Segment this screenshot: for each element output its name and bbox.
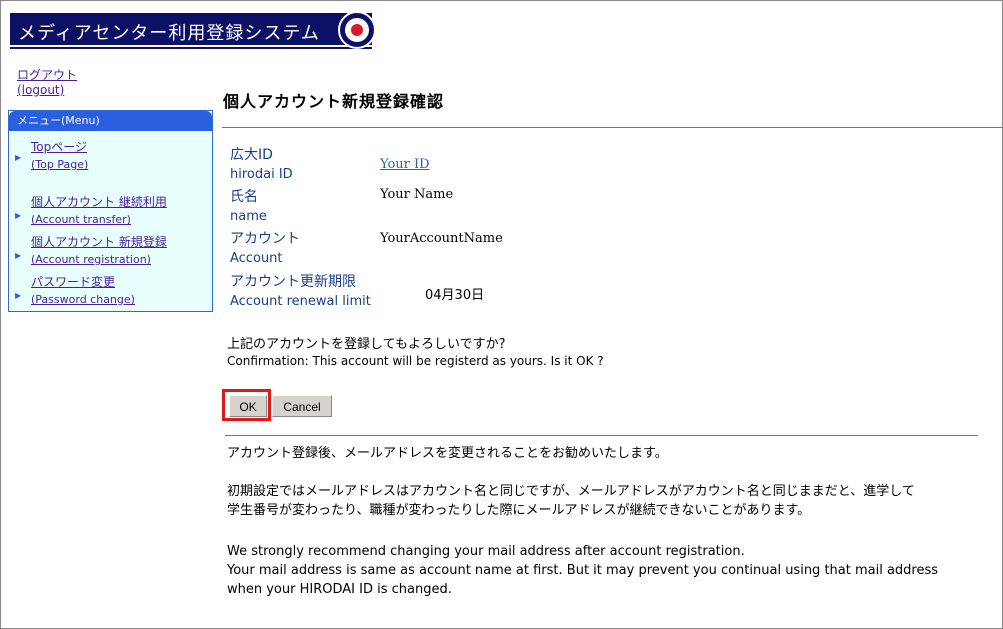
logout-label-ja[interactable]: ログアウト bbox=[17, 68, 77, 82]
note-en-2: Your mail address is same as account nam… bbox=[227, 563, 939, 578]
banner-underline bbox=[10, 45, 372, 47]
menu-item-password-en[interactable]: (Password change) bbox=[31, 291, 135, 308]
logo-icon bbox=[338, 11, 376, 49]
note-ja-2: 初期設定ではメールアドレスはアカウント名と同じですが、メールアドレスがアカウント… bbox=[227, 484, 915, 499]
app-title: メディアセンター利用登録システム bbox=[18, 23, 320, 44]
divider bbox=[225, 435, 978, 436]
header-banner: メディアセンター利用登録システム bbox=[10, 11, 372, 49]
field-label-name: 氏名 name bbox=[230, 188, 267, 228]
menu-item-registration-en[interactable]: (Account registration) bbox=[31, 251, 167, 268]
page-title: 個人アカウント新規登録確認 bbox=[223, 92, 445, 111]
field-label-ja: 広大ID bbox=[230, 147, 273, 163]
field-value-renewal-limit: 04月30日 bbox=[425, 288, 485, 303]
field-label-en: hirodai ID bbox=[230, 167, 293, 182]
menu-bullet-icon: ▶ bbox=[15, 291, 22, 300]
menu-item-transfer-en[interactable]: (Account transfer) bbox=[31, 211, 167, 228]
menu-item-top-en[interactable]: (Top Page) bbox=[31, 156, 88, 173]
field-label-account: アカウント Account bbox=[230, 230, 300, 270]
divider bbox=[222, 127, 1003, 128]
menu-bullet-icon: ▶ bbox=[15, 211, 22, 220]
field-value-hirodai-id[interactable]: Your ID bbox=[380, 157, 430, 172]
field-label-en: Account renewal limit bbox=[230, 294, 371, 309]
cancel-button[interactable]: Cancel bbox=[272, 395, 332, 417]
field-label-renewal-limit: アカウント更新期限 Account renewal limit bbox=[230, 273, 371, 313]
menu-bullet-icon: ▶ bbox=[15, 153, 22, 162]
confirm-question-en: Confirmation: This account will be regis… bbox=[227, 354, 604, 368]
menu-item-password-ja[interactable]: パスワード変更 bbox=[31, 275, 115, 289]
field-label-ja: 氏名 bbox=[230, 189, 258, 205]
menu-bullet-icon: ▶ bbox=[15, 251, 22, 260]
field-label-en: Account bbox=[230, 251, 283, 266]
field-value-account: YourAccountName bbox=[380, 231, 503, 246]
note-ja-1: アカウント登録後、メールアドレスを変更されることをお勧めいたします。 bbox=[227, 446, 668, 461]
note-en-3: when your HIRODAI ID is changed. bbox=[227, 582, 452, 597]
note-ja-3: 学生番号が変わったり、職種が変わったりした際にメールアドレスが継続できないことが… bbox=[227, 503, 811, 518]
logout-link[interactable]: ログアウト (logout) bbox=[17, 68, 77, 98]
field-label-ja: アカウント更新期限 bbox=[230, 274, 356, 290]
confirm-question-ja: 上記のアカウントを登録してもよろしいですか? bbox=[227, 337, 506, 352]
window-frame bbox=[0, 0, 1003, 629]
field-label-en: name bbox=[230, 209, 267, 224]
sidebar-menu: メニュー(Menu) ▶ Topページ (Top Page) ▶ 個人アカウント… bbox=[8, 110, 213, 312]
menu-item-transfer-ja[interactable]: 個人アカウント 継続利用 bbox=[31, 195, 167, 209]
field-label-ja: アカウント bbox=[230, 231, 300, 247]
note-en-1: We strongly recommend changing your mail… bbox=[227, 544, 745, 559]
field-label-hirodai-id: 広大ID hirodai ID bbox=[230, 146, 293, 186]
field-value-name: Your Name bbox=[380, 187, 454, 202]
menu-item-registration-ja[interactable]: 個人アカウント 新規登録 bbox=[31, 235, 167, 249]
ok-button[interactable]: OK bbox=[229, 395, 267, 417]
logout-label-en[interactable]: (logout) bbox=[17, 83, 64, 97]
menu-item-top-ja[interactable]: Topページ bbox=[31, 140, 87, 154]
menu-title: メニュー(Menu) bbox=[9, 111, 212, 131]
